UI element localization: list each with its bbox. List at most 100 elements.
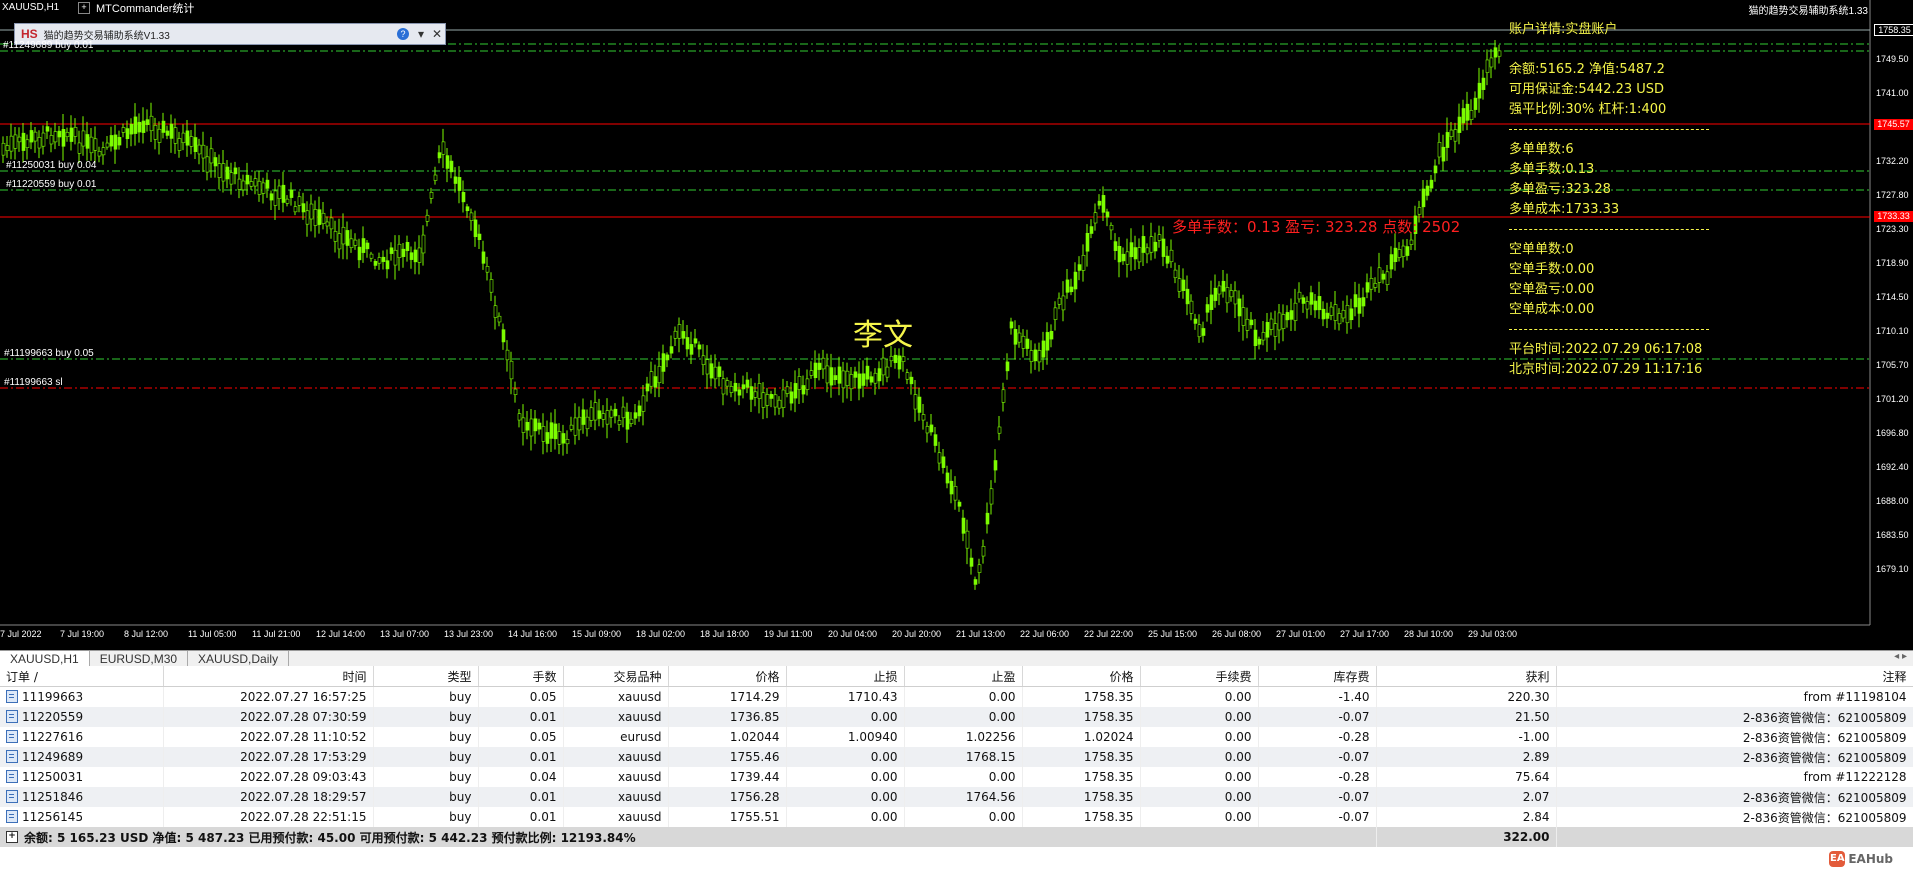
table-row[interactable]: 11227616 2022.07.28 11:10:52 buy 0.05 eurusd… <box>0 727 1913 747</box>
order-line-label[interactable]: #11250031 buy 0.04 <box>6 160 96 171</box>
table-row[interactable]: 11251846 2022.07.28 18:29:57 buy 0.01 xauusd… <box>0 787 1913 807</box>
column-header[interactable]: 手数 <box>478 666 564 687</box>
candle-body <box>429 191 434 199</box>
candle-body <box>961 517 966 534</box>
table-cell: 1755.51 <box>668 807 787 827</box>
table-cell: 2.84 <box>1376 807 1557 827</box>
candle-body <box>629 418 634 424</box>
column-header[interactable]: 注释 <box>1556 666 1913 687</box>
candle-body <box>857 373 862 389</box>
candle-body <box>281 184 286 203</box>
tab-eurusd-m30[interactable]: EURUSD,M30 <box>90 651 189 667</box>
column-header[interactable]: 交易品种 <box>563 666 669 687</box>
candle-body <box>1465 103 1470 121</box>
mtcommander-label[interactable]: + MTCommander统计 <box>78 0 194 16</box>
candle-body <box>709 363 714 379</box>
table-cell: -1.00 <box>1376 727 1557 747</box>
table-cell: 1.02256 <box>904 727 1023 747</box>
candle-body <box>1165 255 1170 264</box>
column-header[interactable]: 止盈 <box>904 666 1023 687</box>
cell-order: 11249689 <box>0 747 164 767</box>
close-icon[interactable]: ✕ <box>429 27 445 41</box>
candle-body <box>525 422 530 431</box>
table-cell: 2022.07.27 16:57:25 <box>163 686 374 707</box>
column-header[interactable]: 获利 <box>1376 666 1557 687</box>
candle-body <box>1365 282 1370 293</box>
candle-body <box>341 226 346 245</box>
table-cell: 2022.07.28 18:29:57 <box>163 787 374 807</box>
table-cell: 75.64 <box>1376 767 1557 787</box>
candle-body <box>1201 328 1206 336</box>
tab-xauusd-daily[interactable]: XAUUSD,Daily <box>188 651 290 667</box>
order-line-label[interactable]: #11199663 buy 0.05 <box>4 348 94 359</box>
chevron-down-icon[interactable]: ▾ <box>413 27 429 41</box>
table-row[interactable]: 11220559 2022.07.28 07:30:59 buy 0.01 xauusd… <box>0 707 1913 727</box>
candle-body <box>317 209 322 225</box>
table-cell: 2022.07.28 07:30:59 <box>163 707 374 727</box>
short-lots: 空单手数:0.00 <box>1509 262 1595 277</box>
tab-xauusd-h1[interactable]: XAUUSD,H1 <box>0 651 90 667</box>
x-tick-label: 7 Jul 19:00 <box>60 629 105 639</box>
candle-body <box>797 376 802 390</box>
candle-body <box>289 189 294 198</box>
table-row[interactable]: 11199663 2022.07.27 16:57:25 buy 0.05 xauusd… <box>0 686 1913 707</box>
candle-body <box>785 386 790 394</box>
column-header[interactable]: 价格 <box>1022 666 1141 687</box>
y-tick-label: 1718.90 <box>1876 258 1909 268</box>
column-header[interactable]: 库存费 <box>1258 666 1377 687</box>
table-cell: 2022.07.28 22:51:15 <box>163 807 374 827</box>
table-cell: 0.04 <box>478 767 564 787</box>
candle-body <box>169 123 174 139</box>
table-cell: 0.00 <box>1140 686 1259 707</box>
candle-body <box>185 130 190 146</box>
column-header[interactable]: 止损 <box>786 666 905 687</box>
table-row[interactable]: 11250031 2022.07.28 09:03:43 buy 0.04 xauusd… <box>0 767 1913 787</box>
column-header[interactable]: 价格 <box>668 666 787 687</box>
candle-body <box>309 203 314 220</box>
order-line-label[interactable]: #11249689 buy 0.01 <box>3 40 93 51</box>
table-cell: 1756.28 <box>668 787 787 807</box>
candle-body <box>397 243 402 258</box>
plus-icon[interactable]: + <box>78 2 90 14</box>
x-tick-label: 8 Jul 12:00 <box>124 629 169 639</box>
price-chart[interactable]: XAUUSD,H1 + MTCommander统计 猫的趋势交易辅助系统1.33… <box>0 0 1913 650</box>
table-row[interactable]: 11249689 2022.07.28 17:53:29 buy 0.01 xauusd… <box>0 747 1913 767</box>
tab-scroll-arrows-icon[interactable]: ◂ ▸ <box>1894 651 1913 667</box>
column-header[interactable]: 时间 <box>163 666 374 687</box>
candle-body <box>1153 241 1158 252</box>
candle-body <box>249 181 254 187</box>
table-header: 订单 / 时间 类型 手数 交易品种 价格 止损 止盈 价格 手续费 库存费 获利 注释 <box>0 666 1913 687</box>
help-icon[interactable]: ? <box>397 28 409 40</box>
candle-body <box>821 357 826 370</box>
expand-plus-icon[interactable]: + <box>6 831 18 843</box>
short-profit: 空单盈亏:0.00 <box>1509 282 1595 297</box>
candle-body <box>1289 310 1294 320</box>
stoploss-line-label[interactable]: #11199663 sl <box>4 377 63 388</box>
short-cost: 空单成本:0.00 <box>1509 302 1595 317</box>
order-icon <box>6 750 18 763</box>
table-cell: 1.02024 <box>1022 727 1141 747</box>
table-row[interactable]: 11256145 2022.07.28 22:51:15 buy 0.01 xauusd… <box>0 807 1913 827</box>
x-tick-label: 11 Jul 21:00 <box>252 629 301 639</box>
candle-body <box>1045 332 1050 351</box>
candle-body <box>1269 318 1274 330</box>
candle-body <box>1013 329 1018 345</box>
candle-body <box>149 115 154 132</box>
table-cell: 1758.35 <box>1022 787 1141 807</box>
order-line-label[interactable]: #11220559 buy 0.01 <box>6 179 96 190</box>
summary-empty <box>1556 827 1913 847</box>
candle-body <box>425 214 430 222</box>
candle-body <box>1021 335 1026 349</box>
candle-body <box>497 315 502 323</box>
column-header[interactable]: 订单 / <box>0 666 164 687</box>
candle-body <box>833 375 838 381</box>
candle-body <box>233 167 238 175</box>
candle-body <box>1401 245 1406 257</box>
candle-body <box>377 257 382 264</box>
column-header[interactable]: 类型 <box>373 666 479 687</box>
table-cell: 0.00 <box>786 767 905 787</box>
column-header[interactable]: 手续费 <box>1140 666 1259 687</box>
x-tick-label: 20 Jul 20:00 <box>892 629 942 639</box>
candle-body <box>237 178 242 190</box>
candle-body <box>1301 297 1306 304</box>
